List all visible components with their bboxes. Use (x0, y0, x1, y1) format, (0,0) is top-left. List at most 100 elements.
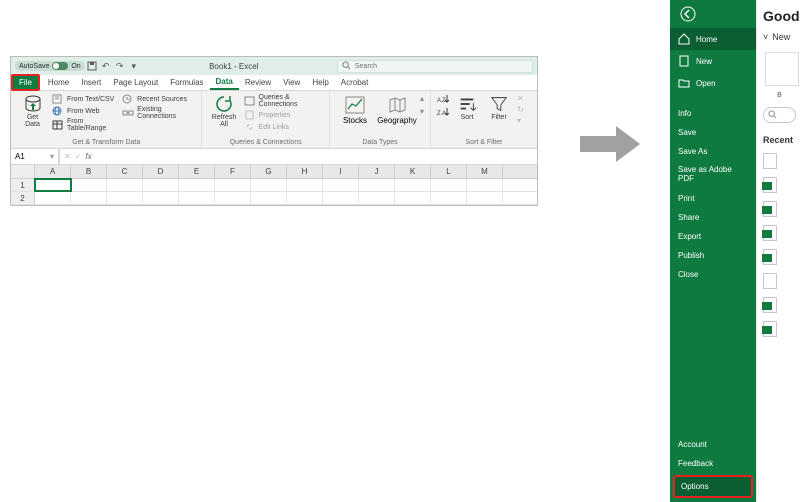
cell[interactable] (215, 192, 251, 204)
tab-formulas[interactable]: Formulas (164, 75, 209, 90)
sort-az-button[interactable]: AZ (437, 94, 449, 104)
backstage-item-open[interactable]: Open (670, 72, 756, 94)
existing-connections-button[interactable]: Existing Connections (122, 106, 195, 120)
cell[interactable] (179, 179, 215, 191)
advanced-filter-icon[interactable]: ▾ (517, 116, 531, 125)
backstage-item-feedback[interactable]: Feedback (670, 454, 756, 473)
cell[interactable] (179, 192, 215, 204)
backstage-item-export[interactable]: Export (670, 227, 756, 246)
cancel-formula-icon[interactable]: ✕ (64, 152, 71, 161)
recent-file-item[interactable] (759, 197, 800, 221)
refresh-all-button[interactable]: Refresh All (208, 94, 239, 129)
col-header[interactable]: J (359, 165, 395, 178)
backstage-search[interactable] (763, 107, 796, 123)
undo-icon[interactable]: ↶ (99, 59, 113, 73)
cell[interactable] (71, 192, 107, 204)
col-header[interactable]: C (107, 165, 143, 178)
enter-formula-icon[interactable]: ✓ (75, 152, 82, 161)
cell[interactable] (287, 192, 323, 204)
backstage-back-button[interactable] (670, 0, 756, 28)
backstage-item-home[interactable]: Home (670, 28, 756, 50)
cell[interactable] (107, 192, 143, 204)
col-header[interactable]: G (251, 165, 287, 178)
backstage-item-account[interactable]: Account (670, 435, 756, 454)
cell-a1[interactable] (35, 179, 71, 191)
col-header[interactable]: M (467, 165, 503, 178)
cell[interactable] (431, 192, 467, 204)
backstage-item-print[interactable]: Print (670, 189, 756, 208)
save-icon[interactable] (85, 59, 99, 73)
from-web-button[interactable]: From Web (52, 106, 118, 116)
backstage-item-save-adobe[interactable]: Save as Adobe PDF (670, 161, 756, 189)
backstage-new-collapse[interactable]: ˅ New (759, 28, 800, 46)
cell[interactable] (251, 192, 287, 204)
col-header[interactable]: K (395, 165, 431, 178)
cell[interactable] (35, 192, 71, 204)
row-header[interactable]: 2 (11, 192, 35, 204)
cell[interactable] (107, 179, 143, 191)
datatype-next-icon[interactable]: ▾ (420, 107, 424, 116)
tell-me-search[interactable]: Search (337, 60, 533, 73)
tab-help[interactable]: Help (306, 75, 334, 90)
backstage-item-publish[interactable]: Publish (670, 246, 756, 265)
sort-za-button[interactable]: ZA (437, 107, 449, 117)
backstage-item-share[interactable]: Share (670, 208, 756, 227)
backstage-item-close[interactable]: Close (670, 265, 756, 284)
col-header[interactable]: L (431, 165, 467, 178)
geography-button[interactable]: Geography (378, 94, 416, 125)
cell[interactable] (71, 179, 107, 191)
col-header[interactable]: A (35, 165, 71, 178)
cell[interactable] (359, 192, 395, 204)
tab-view[interactable]: View (277, 75, 306, 90)
sort-button[interactable]: Sort (453, 94, 481, 121)
get-data-button[interactable]: Get Data (17, 94, 48, 129)
filter-button[interactable]: Filter (485, 94, 513, 121)
qat-dropdown-icon[interactable]: ▾ (127, 59, 141, 73)
recent-file-item[interactable] (759, 173, 800, 197)
from-table-range-button[interactable]: From Table/Range (52, 118, 118, 132)
cell[interactable] (323, 179, 359, 191)
tab-file[interactable]: File (11, 74, 40, 91)
backstage-item-new[interactable]: New (670, 50, 756, 72)
fx-icon[interactable]: fx (85, 152, 91, 161)
col-header[interactable]: H (287, 165, 323, 178)
col-header[interactable]: F (215, 165, 251, 178)
cell[interactable] (395, 179, 431, 191)
namebox-dropdown-icon[interactable]: ▾ (50, 152, 54, 161)
from-text-csv-button[interactable]: From Text/CSV (52, 94, 118, 104)
template-thumbnail[interactable] (765, 52, 799, 86)
backstage-item-info[interactable]: Info (670, 104, 756, 123)
backstage-item-options[interactable]: Options (673, 475, 753, 498)
cell[interactable] (467, 179, 503, 191)
tab-home[interactable]: Home (42, 75, 75, 90)
cell[interactable] (251, 179, 287, 191)
backstage-item-save[interactable]: Save (670, 123, 756, 142)
cell[interactable] (143, 179, 179, 191)
cell[interactable] (323, 192, 359, 204)
cell[interactable] (431, 179, 467, 191)
queries-connections-button[interactable]: Queries & Connections (244, 94, 323, 108)
cell[interactable] (467, 192, 503, 204)
recent-file-item[interactable] (759, 293, 800, 317)
recent-file-item[interactable] (759, 221, 800, 245)
redo-icon[interactable]: ↷ (113, 59, 127, 73)
stocks-button[interactable]: Stocks (336, 94, 374, 125)
tab-acrobat[interactable]: Acrobat (335, 75, 375, 90)
select-all-corner[interactable] (11, 165, 35, 178)
recent-file-item[interactable] (759, 149, 800, 173)
col-header[interactable]: E (179, 165, 215, 178)
cell[interactable] (143, 192, 179, 204)
col-header[interactable]: I (323, 165, 359, 178)
tab-page-layout[interactable]: Page Layout (107, 75, 164, 90)
recent-file-item[interactable] (759, 269, 800, 293)
autosave-toggle[interactable]: AutoSave On (15, 61, 85, 71)
datatype-prev-icon[interactable]: ▴ (420, 94, 424, 103)
recent-file-item[interactable] (759, 317, 800, 341)
tab-insert[interactable]: Insert (75, 75, 107, 90)
cell[interactable] (215, 179, 251, 191)
cell[interactable] (287, 179, 323, 191)
col-header[interactable]: B (71, 165, 107, 178)
col-header[interactable]: D (143, 165, 179, 178)
tab-review[interactable]: Review (239, 75, 277, 90)
name-box[interactable]: A1▾ (11, 149, 59, 164)
